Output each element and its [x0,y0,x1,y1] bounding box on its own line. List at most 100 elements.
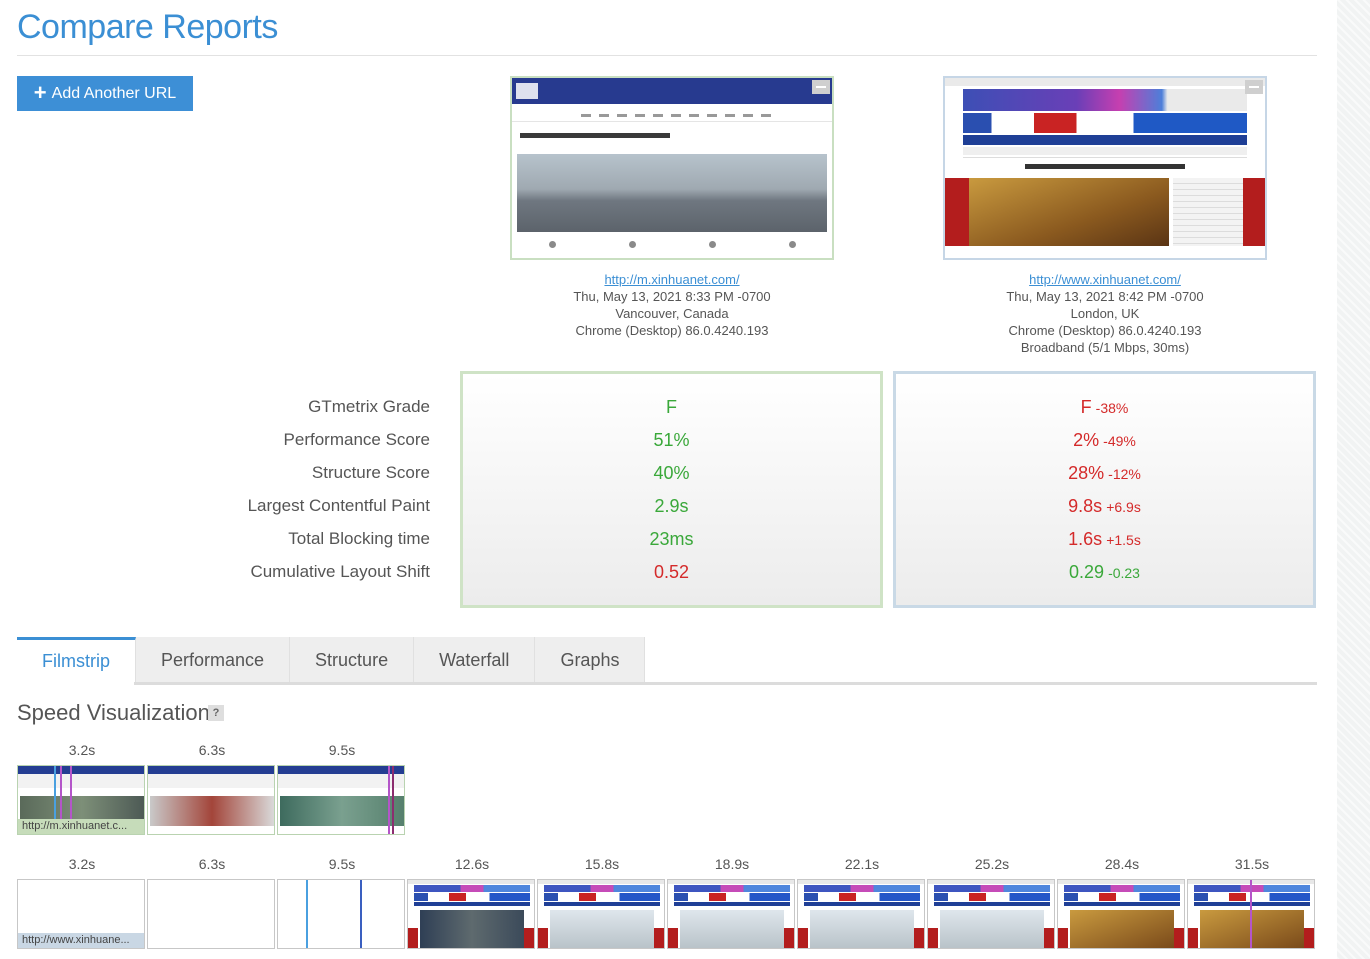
report-b-metric-row: 1.6s +1.5s [896,523,1313,556]
add-another-url-label: Add Another URL [51,84,177,102]
report-a-summary: http://m.xinhuanet.com/ Thu, May 13, 202… [462,76,882,339]
report-a-metric-value: 0.52 [653,562,690,582]
tabs-divider [17,682,1317,685]
add-another-url-button[interactable]: + Add Another URL [17,76,193,111]
report-b-metric-row: F -38% [896,391,1313,424]
report-b-metric-value: 9.8s [1068,496,1103,516]
report-a-metric-value: 23ms [649,529,694,549]
report-a-metric-value: 51% [653,430,690,450]
filmstrip-a-frame[interactable]: 9.5s [277,740,407,835]
report-b-metric-value: 28% [1068,463,1105,483]
report-b-metric-value: F [1080,397,1092,417]
filmstrip-b-frame[interactable]: 25.2s [927,854,1057,949]
report-a-date: Thu, May 13, 2021 8:33 PM -0700 [573,289,771,304]
paint-marker [388,766,390,834]
report-b-metric-row: 2% -49% [896,424,1313,457]
metric-label: Performance Score [283,430,430,449]
report-a-metric-value: 40% [653,463,690,483]
report-a-metric-value: 2.9s [654,496,689,516]
filmstrip-a-frame-thumbnail: http://m.xinhuanet.c... [17,765,145,835]
report-b-connection: Broadband (5/1 Mbps, 30ms) [1020,340,1190,355]
report-a-metric-row: 40% [463,457,880,490]
report-a-metric-row: F [463,391,880,424]
filmstrip-b-frame[interactable]: 31.5s [1187,854,1317,949]
filmstrip-b-frame-time: 9.5s [328,856,356,872]
metric-label: Total Blocking time [288,529,430,548]
plus-icon: + [33,79,47,105]
filmstrip-a-frame-thumbnail [277,765,405,835]
filmstrip-b-frame[interactable]: 12.6s [407,854,537,949]
filmstrip-b-frame-thumbnail [1057,879,1185,949]
report-b-metric-delta: -38% [1095,400,1129,416]
filmstrip-b-frame-thumbnail [147,879,275,949]
filmstrip-a-url-caption: http://m.xinhuanet.c... [18,819,144,834]
filmstrip-b-frame[interactable]: 22.1s [797,854,927,949]
report-b-metric-delta: -0.23 [1108,565,1140,581]
report-b-metric-row: 0.29 -0.23 [896,556,1313,589]
title-divider [17,55,1317,56]
collapse-icon[interactable] [812,80,830,94]
report-b-metric-row: 9.8s +6.9s [896,490,1313,523]
tab-structure[interactable]: Structure [290,637,415,683]
filmstrip-b-frame[interactable]: 6.3s [147,854,277,949]
report-b-metric-value: 1.6s [1068,529,1103,549]
filmstrip-b-frame[interactable]: 3.2s http://www.xinhuane... [17,854,147,949]
filmstrip-b-frame[interactable]: 9.5s [277,854,407,949]
report-a-url-link[interactable]: http://m.xinhuanet.com/ [604,272,739,287]
tab-performance[interactable]: Performance [136,637,291,683]
report-b-metric-row: 28% -12% [896,457,1313,490]
report-a-location: Vancouver, Canada [615,306,729,321]
filmstrip-b-frame-time: 22.1s [844,856,880,872]
filmstrip-b-url-caption: http://www.xinhuane... [18,933,144,948]
filmstrip-a-frame-time: 9.5s [328,742,356,758]
report-b-metric-delta: +6.9s [1106,499,1141,515]
mobile-site-headline [512,122,832,150]
report-b-metric-value: 2% [1073,430,1100,450]
filmstrip-b-frame-thumbnail [537,879,665,949]
filmstrip-b-frame[interactable]: 18.9s [667,854,797,949]
report-b-summary: http://www.xinhuanet.com/ Thu, May 13, 2… [895,76,1315,356]
report-b-metric-delta: -49% [1103,433,1136,449]
filmstrip-b-frame-time: 18.9s [714,856,750,872]
report-b-location: London, UK [1070,306,1140,321]
paint-marker [392,766,394,834]
filmstrip-a-frame[interactable]: 6.3s [147,740,277,835]
report-a-browser: Chrome (Desktop) 86.0.4240.193 [575,323,769,338]
filmstrip-b-frame-thumbnail [1187,879,1315,949]
filmstrip-b-frame-time: 15.8s [584,856,620,872]
tab-waterfall[interactable]: Waterfall [414,637,536,683]
mobile-site-nav [512,104,832,122]
report-a-metric-row: 0.52 [463,556,880,589]
filmstrip-b-frame-time: 31.5s [1234,856,1270,872]
tab-filmstrip[interactable]: Filmstrip [17,637,136,683]
paint-marker [360,880,362,948]
page-title: Compare Reports [17,8,278,46]
report-a-screenshot[interactable] [510,76,834,260]
report-a-metrics: F 51% 40% 2.9s 23ms 0.52 [460,371,883,608]
collapse-icon[interactable] [1245,80,1263,94]
desktop-site-nav [963,135,1247,145]
report-b-screenshot[interactable] [943,76,1267,260]
desktop-site-subnav [963,147,1247,155]
filmstrip-a-frame[interactable]: 3.2s http://m.xinhuanet.c... [17,740,147,835]
filmstrip-b-frame-time: 6.3s [198,856,226,872]
report-b-url-link[interactable]: http://www.xinhuanet.com/ [1029,272,1181,287]
mobile-site-footer [512,236,832,252]
filmstrip-b-frame-thumbnail [667,879,795,949]
help-icon[interactable]: ? [208,705,224,721]
report-b-metric-delta: +1.5s [1106,532,1141,548]
filmstrip-a-frame-time: 3.2s [68,742,96,758]
filmstrip-b-frame-time: 28.4s [1104,856,1140,872]
filmstrip-b-frame-time: 12.6s [454,856,490,872]
report-a-metric-row: 23ms [463,523,880,556]
filmstrip-b-frame[interactable]: 28.4s [1057,854,1187,949]
filmstrip-b-frame-thumbnail [277,879,405,949]
mobile-site-photo [517,154,827,232]
filmstrip-b-frame[interactable]: 15.8s [537,854,667,949]
filmstrip-b-frame-thumbnail: http://www.xinhuane... [17,879,145,949]
paint-marker [1250,880,1252,948]
report-a-metric-value: F [666,397,677,417]
metric-label: Structure Score [311,463,430,482]
report-tabs: Filmstrip Performance Structure Waterfal… [17,637,646,683]
tab-graphs[interactable]: Graphs [535,637,646,683]
